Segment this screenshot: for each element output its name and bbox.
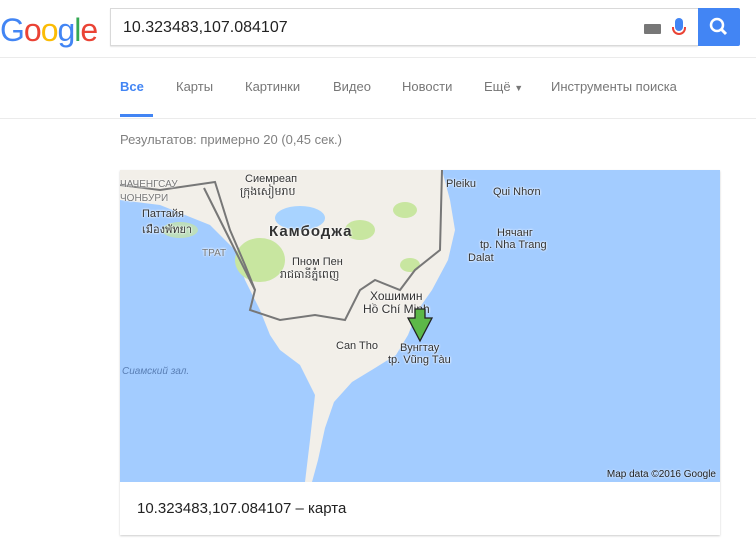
map-attribution: Map data ©2016 Google (606, 469, 716, 480)
map-label: Pleiku (446, 178, 476, 190)
map-label: Нячанг (497, 227, 533, 239)
map-caption-link[interactable]: 10.323483,107.084107 – карта (137, 500, 346, 517)
search-icon (709, 17, 728, 36)
tab-more[interactable]: Ещё ▼ (484, 79, 523, 117)
map[interactable]: ЧАЧЕНГСАУ ЧОНБУРИ Паттайя เมืองพัทยา Сие… (120, 170, 720, 482)
map-label: tp. Vũng Tàu (388, 354, 451, 366)
map-label-country: Камбоджа (269, 223, 353, 240)
map-label: Паттайя (142, 208, 184, 220)
tab-search-tools[interactable]: Инструменты поиска (551, 79, 677, 117)
map-label-gulf: Сиамский зал. (122, 366, 190, 377)
tab-maps[interactable]: Карты (176, 79, 213, 117)
map-marker-arrow-icon[interactable] (407, 308, 433, 344)
map-label: ក្រុងសៀមរាប (240, 186, 296, 198)
map-label: Dalat (468, 252, 494, 264)
search-tabs: Все Карты Картинки Видео Новости Ещё ▼ И… (0, 79, 756, 119)
map-label: Qui Nhơn (493, 186, 541, 198)
map-label: เมืองพัทยา (142, 224, 193, 236)
map-label: tp. Nha Trang (480, 239, 547, 251)
map-card: ЧАЧЕНГСАУ ЧОНБУРИ Паттайя เมืองพัทยา Сие… (120, 170, 720, 535)
tab-news[interactable]: Новости (402, 79, 452, 117)
keyboard-icon[interactable] (644, 24, 661, 34)
map-label: Пном Пен (292, 256, 343, 268)
map-label: Сиемреап (245, 173, 298, 185)
tab-images[interactable]: Картинки (245, 79, 300, 117)
map-label: Хошимин (370, 289, 423, 303)
result-stats: Результатов: примерно 20 (0,45 сек.) (120, 132, 342, 147)
tab-videos[interactable]: Видео (333, 79, 371, 117)
map-label: Can Tho (336, 340, 378, 352)
map-label: រាជធានីភ្នំពេញ (280, 269, 340, 281)
header: Google (0, 0, 756, 58)
google-logo[interactable]: Google (0, 12, 98, 49)
search-input[interactable] (121, 18, 645, 38)
map-label: ТРАТ (202, 248, 227, 259)
tab-all[interactable]: Все (120, 79, 153, 117)
chevron-down-icon: ▼ (514, 83, 524, 93)
map-label: ЧАЧЕНГСАУ (120, 179, 178, 190)
search-box (110, 8, 698, 46)
map-label: ЧОНБУРИ (120, 193, 169, 204)
search-button[interactable] (698, 8, 740, 46)
